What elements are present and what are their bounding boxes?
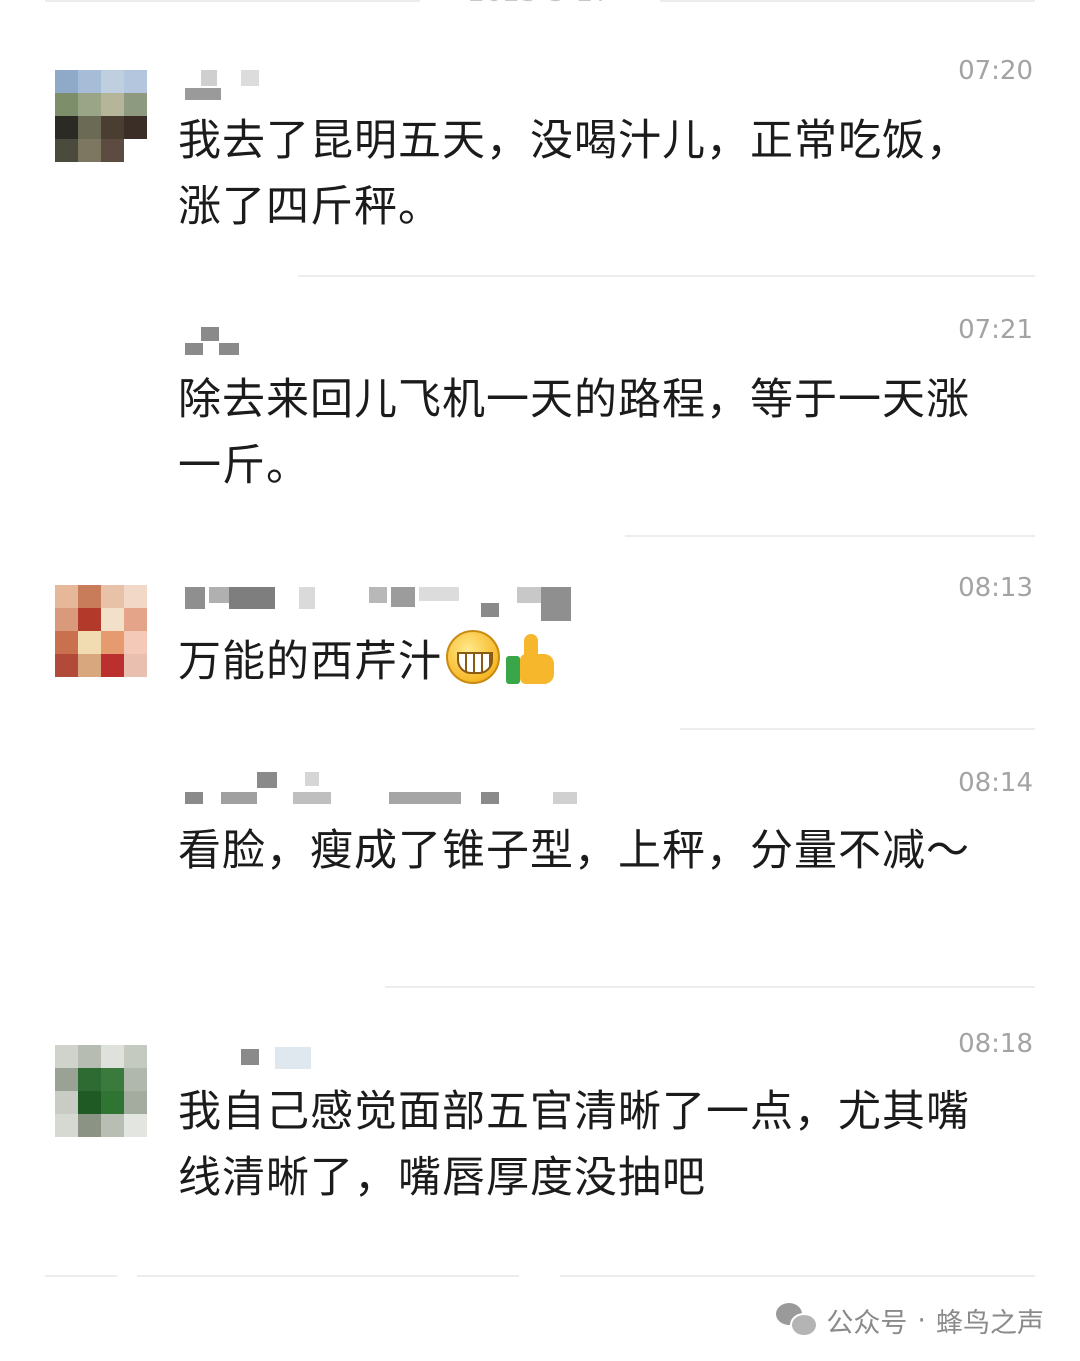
message-text: 看脸，瘦成了锥子型，上秤，分量不减～ <box>178 826 970 876</box>
message-text: 我去了昆明五天，没喝汁儿，正常吃饭，涨了四斤秤。 <box>178 116 970 232</box>
thumbs-up-icon <box>506 634 556 686</box>
message-text-content: 万能的西芹汁 <box>178 637 442 687</box>
footer-dot: · <box>917 1304 926 1336</box>
message-separator <box>385 986 1035 988</box>
message-time: 08:13 <box>958 573 1033 603</box>
avatar[interactable] <box>55 70 147 162</box>
bottom-separator <box>45 1275 117 1277</box>
message-separator <box>625 535 1035 537</box>
watermark-footer: 公众号 · 蜂鸟之声 <box>776 1298 1044 1342</box>
message-separator <box>680 728 1035 730</box>
message-time: 08:14 <box>958 768 1033 798</box>
message-time: 07:20 <box>958 56 1033 86</box>
message-text: 万能的西芹汁 <box>178 629 998 695</box>
message-text: 除去来回儿飞机一天的路程，等于一天涨一斤。 <box>178 375 970 491</box>
date-divider: 2023-5-27 <box>0 0 1080 18</box>
bottom-separator <box>137 1275 519 1277</box>
bottom-separator <box>560 1275 1035 1277</box>
avatar[interactable] <box>55 1045 147 1137</box>
message-separator <box>298 275 1035 277</box>
date-divider-line-right <box>660 0 1035 2</box>
avatar[interactable] <box>55 585 147 677</box>
wechat-icon <box>776 1303 819 1337</box>
footer-account-label: 公众号 <box>826 1307 908 1339</box>
date-label: 2023-5-27 <box>440 0 640 8</box>
date-divider-line-left <box>45 0 420 2</box>
message-time: 08:18 <box>958 1029 1033 1059</box>
message-text: 我自己感觉面部五官清晰了一点，尤其嘴线清晰了，嘴唇厚度没抽吧 <box>178 1087 970 1203</box>
message-time: 07:21 <box>958 315 1033 345</box>
grinning-face-icon <box>446 630 500 684</box>
footer-account-name: 蜂鸟之声 <box>936 1307 1044 1339</box>
